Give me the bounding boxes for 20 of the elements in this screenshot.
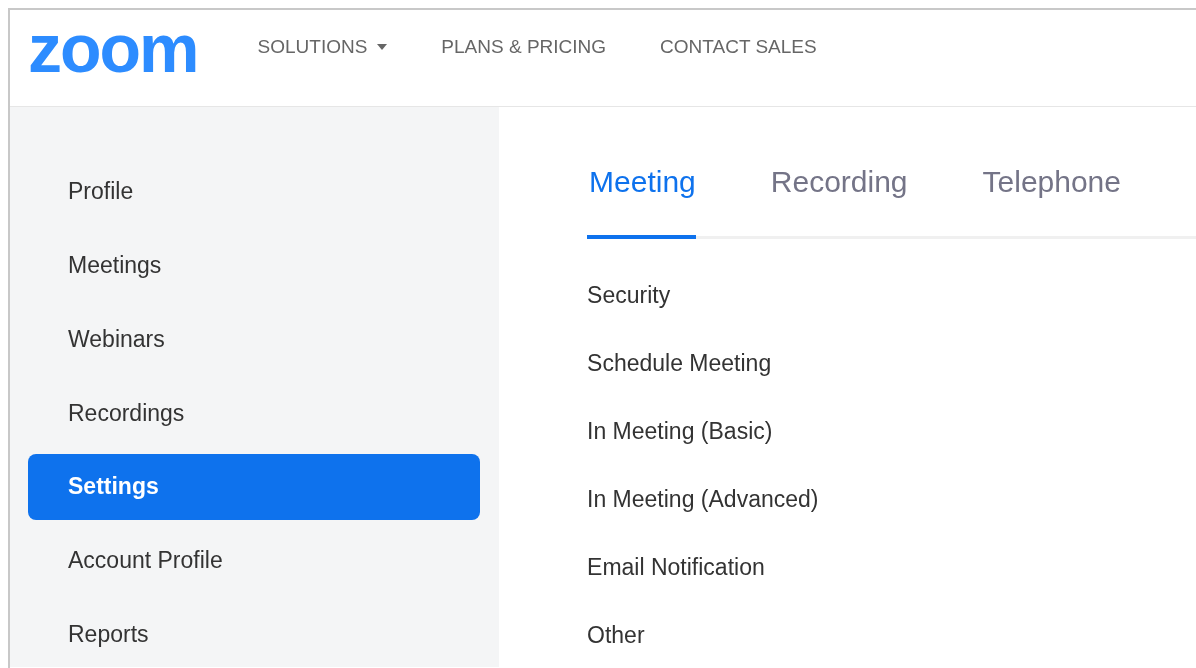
sidebar-item[interactable]: Account Profile (28, 527, 480, 594)
section-link[interactable]: In Meeting (Advanced) (587, 485, 1196, 513)
tab[interactable]: Telephone (982, 159, 1121, 239)
section-link[interactable]: Other (587, 621, 1196, 649)
section-link[interactable]: In Meeting (Basic) (587, 417, 1196, 445)
tab[interactable]: Recording (770, 159, 908, 239)
sidebar-item[interactable]: Settings (28, 453, 480, 520)
sidebar-item[interactable]: Meetings (28, 232, 480, 299)
section-link[interactable]: Email Notification (587, 553, 1196, 581)
section-link[interactable]: Security (587, 281, 1196, 309)
sidebar-item[interactable]: Webinars (28, 306, 480, 373)
nav-link[interactable]: SOLUTIONS (257, 36, 388, 58)
sidebar-item[interactable]: Profile (28, 159, 480, 225)
nav-link[interactable]: PLANS & PRICING (441, 36, 607, 58)
sidebar-item[interactable]: Reports (28, 601, 480, 668)
nav-link[interactable]: CONTACT SALES (660, 36, 817, 58)
sidebar-item[interactable]: Recordings (28, 380, 480, 446)
tab[interactable]: Meeting (587, 159, 696, 239)
caret-icon (377, 44, 388, 50)
section-link[interactable]: Schedule Meeting (587, 349, 1196, 377)
